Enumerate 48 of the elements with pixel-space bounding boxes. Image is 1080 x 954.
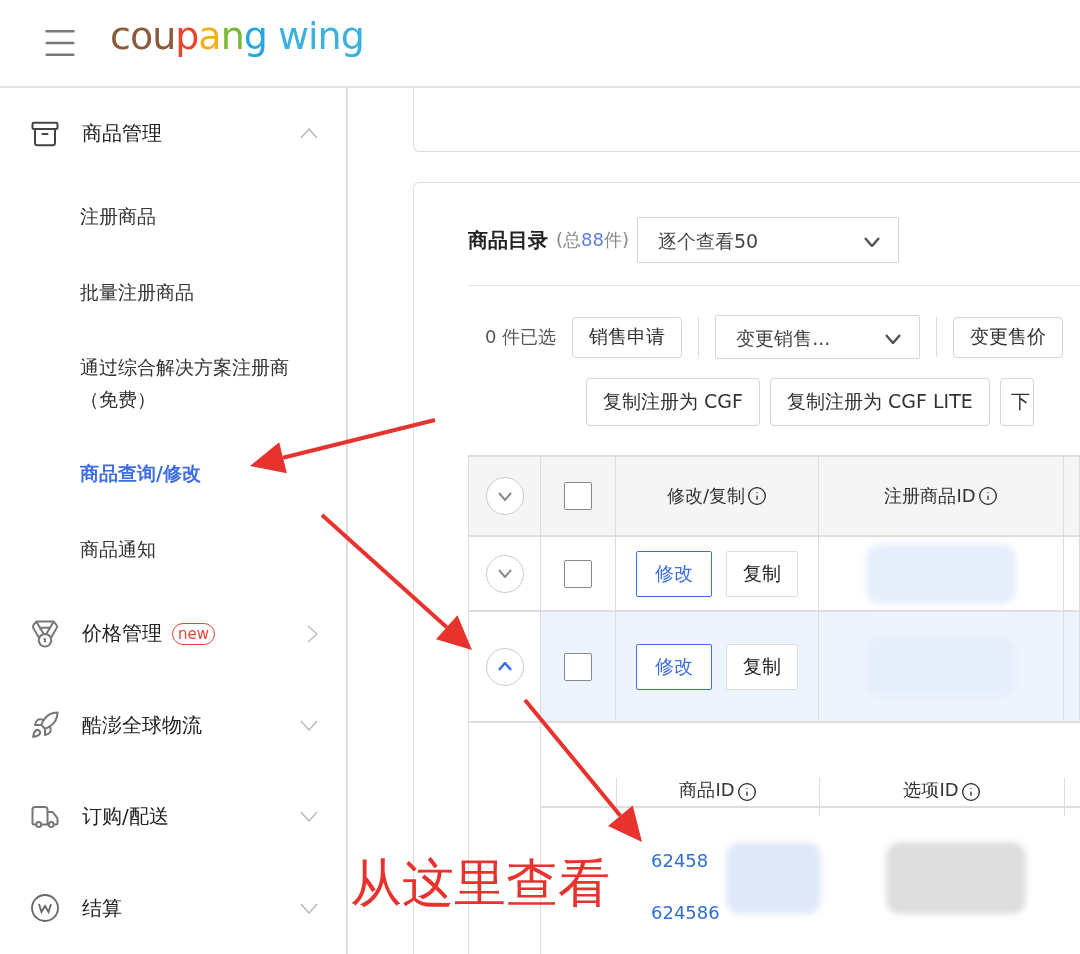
row-expander[interactable]	[485, 554, 524, 593]
change-sale-select[interactable]: 变更销售...	[715, 315, 921, 359]
catalog-count: (总88件)	[556, 228, 629, 252]
sidebar-item[interactable]: 商品通知	[80, 536, 346, 563]
medal-icon	[30, 618, 60, 649]
sidebar-item[interactable]: 注册商品	[80, 204, 346, 231]
sidebar-section[interactable]: 价格管理	[82, 620, 162, 647]
sidebar-section[interactable]: 结算	[82, 894, 122, 922]
select-all-checkbox[interactable]	[564, 482, 592, 510]
view-select[interactable]: 逐个查看50	[636, 217, 899, 263]
chevron-down-icon	[497, 569, 512, 578]
chevron-down-icon	[497, 491, 512, 501]
column-header: 商品ID	[679, 778, 735, 802]
sidebar-item[interactable]: 通过综合解决方案注册商	[80, 354, 346, 381]
chevron-up-icon	[497, 662, 512, 671]
sidebar-item[interactable]: 商品查询/修改	[80, 461, 346, 488]
column-header: 修改/复制	[666, 484, 746, 508]
logo: coupang wing	[110, 17, 364, 55]
action-button[interactable]: 变更售价	[953, 316, 1064, 358]
selected-count: 0 件已选	[485, 325, 557, 349]
sidebar-section[interactable]: 商品管理	[82, 120, 162, 148]
copy-button[interactable]: 复制	[726, 643, 798, 690]
copy-register-button[interactable]: 复制注册为 CGF LITE	[769, 378, 990, 426]
rocket-icon	[30, 710, 60, 741]
copy-register-button[interactable]: 复制注册为 CGF	[586, 378, 760, 426]
copy-button[interactable]: 复制	[726, 550, 798, 597]
catalog-title: 商品目录	[468, 226, 548, 254]
sidebar-section[interactable]: 酷澎全球物流	[82, 711, 202, 739]
column-header: 注册商品ID	[884, 484, 976, 508]
row-checkbox[interactable]	[564, 652, 592, 681]
row-expander[interactable]	[485, 647, 524, 686]
sidebar-item-note: （免费）	[80, 386, 157, 412]
row-checkbox[interactable]	[564, 559, 592, 588]
product-id-link[interactable]: 624586	[651, 901, 720, 923]
expand-all-button[interactable]	[485, 477, 524, 515]
column-header: 选项ID	[903, 778, 959, 802]
edit-button[interactable]: 修改	[636, 643, 712, 690]
coin-icon	[30, 893, 60, 924]
chevron-down-icon	[863, 237, 880, 247]
edit-button[interactable]: 修改	[636, 550, 712, 597]
chevron-down-icon	[885, 334, 902, 344]
annotation-text: 从这里查看	[350, 852, 610, 915]
sidebar-section[interactable]: 订购/配送	[82, 803, 169, 831]
product-id-link[interactable]: 62458	[651, 849, 709, 871]
chevron-right-icon	[307, 624, 318, 643]
action-button[interactable]: 销售申请	[572, 316, 683, 358]
copy-register-button[interactable]: 下	[999, 378, 1034, 426]
sidebar-item[interactable]: 批量注册商品	[80, 280, 346, 307]
